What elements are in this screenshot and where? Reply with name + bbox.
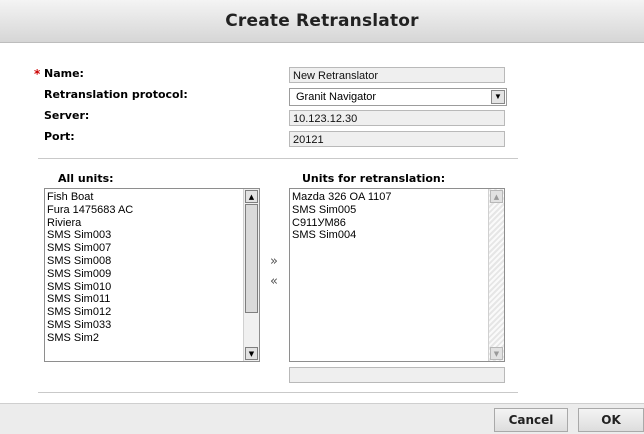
list-item[interactable]: SMS Sim010 [47, 281, 259, 294]
create-retranslator-dialog: Create Retranslator * Name: Retranslatio… [0, 0, 644, 434]
protocol-selected-value: Granit Navigator [296, 91, 377, 103]
dropdown-arrow-icon[interactable]: ▼ [491, 90, 505, 104]
name-input[interactable]: New Retranslator [289, 67, 505, 83]
list-item[interactable]: SMS Sim2 [47, 332, 259, 345]
port-label: Port: [44, 130, 75, 143]
list-item[interactable]: SMS Sim004 [292, 229, 504, 242]
list-item[interactable]: SMS Sim009 [47, 268, 259, 281]
list-item[interactable]: SMS Sim012 [47, 306, 259, 319]
all-units-scrollbar[interactable]: ▲ ▼ [243, 189, 259, 361]
all-units-label: All units: [58, 172, 114, 185]
scroll-up-icon[interactable]: ▲ [245, 190, 258, 203]
unit-id-input[interactable] [289, 367, 505, 383]
ok-button[interactable]: OK [578, 408, 644, 432]
list-item[interactable]: SMS Sim008 [47, 255, 259, 268]
add-to-retranslation-button[interactable]: » [270, 254, 278, 269]
required-marker: * [34, 67, 41, 81]
scroll-up-icon[interactable]: ▲ [490, 190, 503, 203]
scroll-down-icon[interactable]: ▼ [490, 347, 503, 360]
port-input[interactable]: 20121 [289, 131, 505, 147]
list-item[interactable]: Mazda 326 OA 1107 [292, 191, 504, 204]
server-label: Server: [44, 109, 90, 122]
dialog-title: Create Retranslator [225, 11, 419, 31]
list-item[interactable]: Fish Boat [47, 191, 259, 204]
list-item[interactable]: SMS Sim003 [47, 229, 259, 242]
separator-top [38, 158, 518, 159]
scroll-thumb[interactable] [245, 204, 258, 313]
list-item[interactable]: Riviera [47, 217, 259, 230]
cancel-button[interactable]: Cancel [494, 408, 568, 432]
list-item[interactable]: SMS Sim011 [47, 293, 259, 306]
all-units-list[interactable]: Fish Boat Fura 1475683 AC Riviera SMS Sim00… [44, 188, 260, 362]
name-label: Name: [44, 67, 84, 80]
list-item[interactable]: SMS Sim033 [47, 319, 259, 332]
separator-bottom [38, 392, 518, 393]
list-item[interactable]: SMS Sim005 [292, 204, 504, 217]
protocol-label: Retranslation protocol: [44, 88, 188, 101]
retranslation-units-scrollbar[interactable]: ▲ ▼ [488, 189, 504, 361]
dialog-title-bar: Create Retranslator [0, 0, 644, 43]
server-input[interactable]: 10.123.12.30 [289, 110, 505, 126]
list-item[interactable]: SMS Sim007 [47, 242, 259, 255]
retranslation-units-label: Units for retranslation: [302, 172, 446, 185]
list-item[interactable]: Fura 1475683 AC [47, 204, 259, 217]
scroll-down-icon[interactable]: ▼ [245, 347, 258, 360]
retranslation-units-list[interactable]: Mazda 326 OA 1107 SMS Sim005 C911УМ86 SMS S… [289, 188, 505, 362]
protocol-dropdown[interactable]: Granit Navigator ▼ [289, 88, 507, 106]
list-item[interactable]: C911УМ86 [292, 217, 504, 230]
remove-from-retranslation-button[interactable]: « [270, 274, 278, 289]
